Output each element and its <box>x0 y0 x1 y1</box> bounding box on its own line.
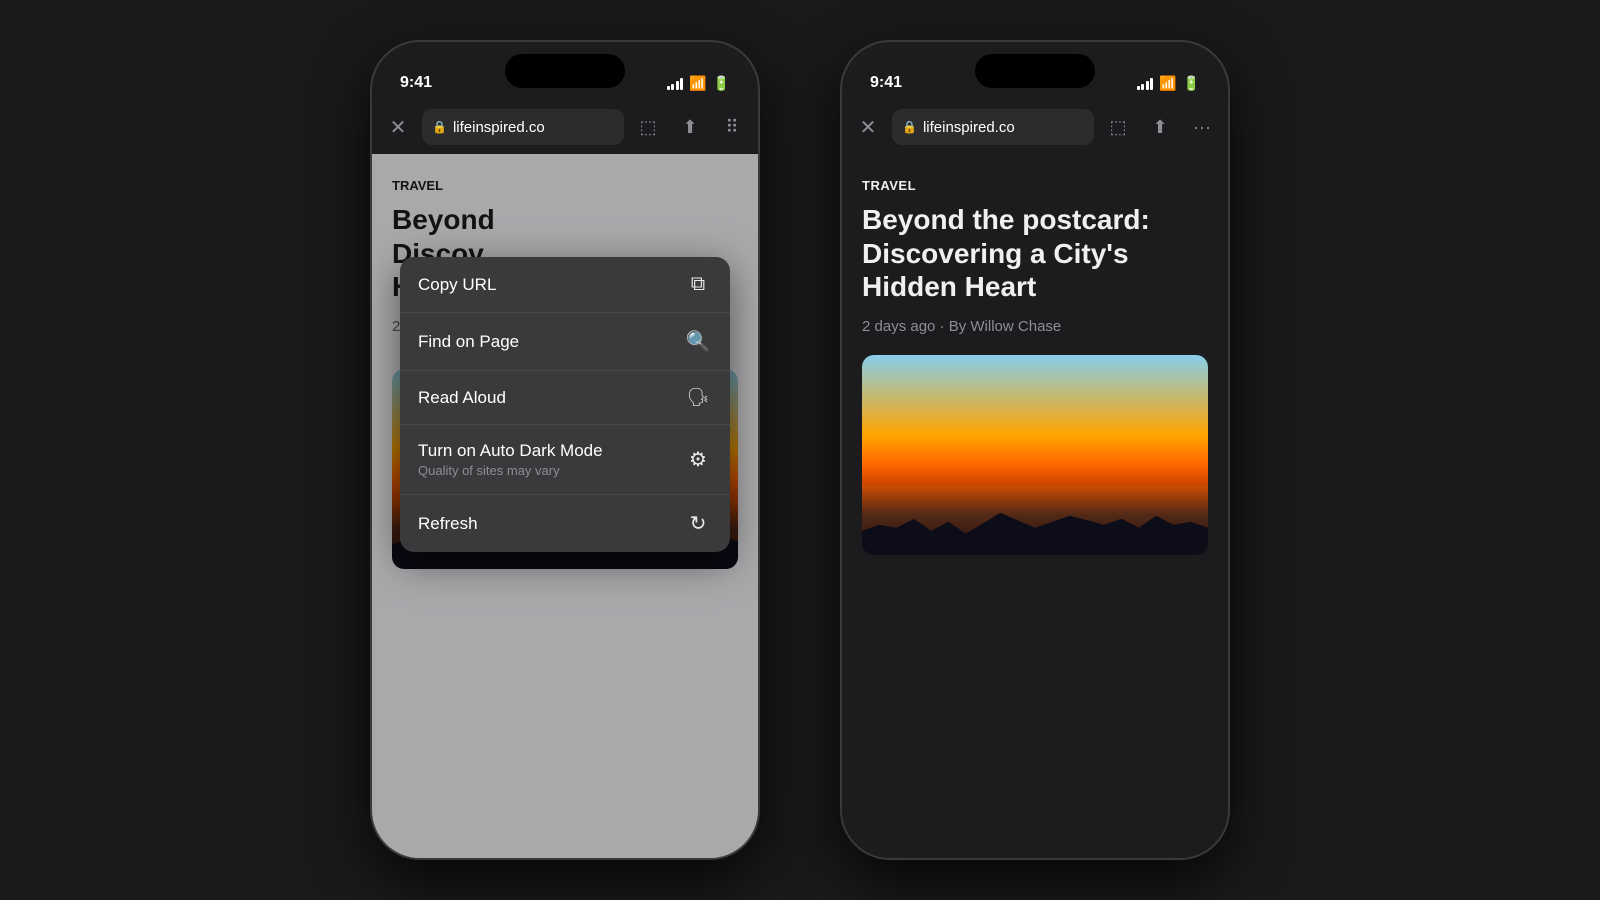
close-button-left[interactable]: ✕ <box>384 115 412 140</box>
copy-url-icon: ⧉ <box>684 273 712 296</box>
menu-item-refresh[interactable]: Refresh ↻ <box>400 495 730 552</box>
copy-url-label: Copy URL <box>418 275 496 295</box>
address-actions-left: ⬚ ⬆ ⠿ <box>634 117 746 138</box>
right-content-area: TRAVEL Beyond the postcard: Discovering … <box>842 154 1228 858</box>
auto-dark-mode-sublabel: Quality of sites may vary <box>418 463 603 478</box>
find-on-page-label: Find on Page <box>418 332 519 352</box>
time-left: 9:41 <box>400 74 432 92</box>
auto-dark-mode-icon: ⚙ <box>684 447 712 472</box>
address-actions-right: ⬚ ⬆ ··· <box>1104 117 1216 138</box>
wifi-icon-right: 📶 <box>1159 75 1176 92</box>
signal-icon-left <box>667 78 684 90</box>
address-bar-left: ✕ 🔒 lifeinspired.co ⬚ ⬆ ⠿ <box>372 100 758 154</box>
menu-item-copy-url[interactable]: Copy URL ⧉ <box>400 257 730 313</box>
menu-item-read-aloud[interactable]: Read Aloud 🗣 <box>400 371 730 425</box>
url-input-right[interactable]: 🔒 lifeinspired.co <box>892 109 1094 145</box>
share-button-right[interactable]: ⬆ <box>1146 117 1174 138</box>
bookmark-button-left[interactable]: ⬚ <box>634 117 662 138</box>
right-sunset-image <box>862 355 1208 555</box>
left-phone: 9:41 📶 🔋 ✕ 🔒 lifeinspired.co ⬚ ⬆ ⠿ TRAVE… <box>370 40 760 860</box>
url-text-right: lifeinspired.co <box>923 119 1084 136</box>
menu-item-auto-dark-mode[interactable]: Turn on Auto Dark Mode Quality of sites … <box>400 425 730 495</box>
bookmark-button-right[interactable]: ⬚ <box>1104 117 1132 138</box>
url-input-left[interactable]: 🔒 lifeinspired.co <box>422 109 624 145</box>
auto-dark-mode-label: Turn on Auto Dark Mode <box>418 441 603 461</box>
wifi-icon-left: 📶 <box>689 75 706 92</box>
signal-icon-right <box>1137 78 1154 90</box>
dynamic-island-left <box>505 54 625 88</box>
lock-icon-right: 🔒 <box>902 120 917 134</box>
find-on-page-icon: 🔍 <box>684 329 712 354</box>
address-bar-right: ✕ 🔒 lifeinspired.co ⬚ ⬆ ··· <box>842 100 1228 154</box>
more-button-right[interactable]: ··· <box>1188 117 1216 138</box>
right-article-meta: 2 days ago · By Willow Chase <box>862 318 1208 335</box>
status-icons-right: 📶 🔋 <box>1137 75 1200 92</box>
menu-item-find-on-page[interactable]: Find on Page 🔍 <box>400 313 730 371</box>
time-right: 9:41 <box>870 74 902 92</box>
read-aloud-icon: 🗣 <box>684 387 712 408</box>
right-category: TRAVEL <box>862 178 1208 193</box>
status-icons-left: 📶 🔋 <box>667 75 730 92</box>
battery-icon-left: 🔋 <box>713 75 730 92</box>
battery-icon-right: 🔋 <box>1183 75 1200 92</box>
refresh-icon: ↻ <box>684 511 712 536</box>
more-button-left[interactable]: ⠿ <box>718 117 746 138</box>
dynamic-island-right <box>975 54 1095 88</box>
close-button-right[interactable]: ✕ <box>854 115 882 140</box>
read-aloud-label: Read Aloud <box>418 388 506 408</box>
url-text-left: lifeinspired.co <box>453 119 614 136</box>
context-menu: Copy URL ⧉ Find on Page 🔍 Read Aloud 🗣 T… <box>400 257 730 552</box>
refresh-label: Refresh <box>418 514 478 534</box>
share-button-left[interactable]: ⬆ <box>676 117 704 138</box>
lock-icon-left: 🔒 <box>432 120 447 134</box>
right-article-title: Beyond the postcard: Discovering a City'… <box>862 203 1208 304</box>
right-phone: 9:41 📶 🔋 ✕ 🔒 lifeinspired.co ⬚ ⬆ ··· TRA… <box>840 40 1230 860</box>
